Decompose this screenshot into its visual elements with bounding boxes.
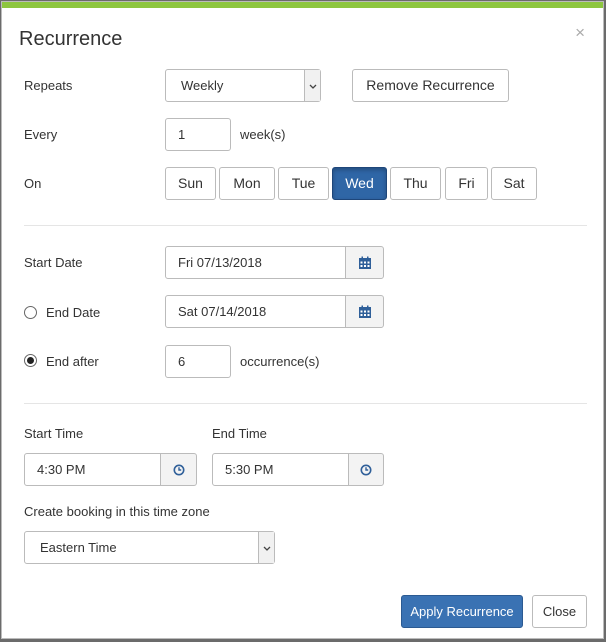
on-label: On — [24, 176, 42, 191]
end-date-input[interactable]: Sat 07/14/2018 — [165, 295, 346, 328]
end-after-label: End after — [46, 354, 99, 369]
divider — [24, 225, 587, 226]
close-button[interactable]: Close — [532, 595, 587, 628]
clock-icon[interactable] — [160, 453, 197, 486]
timezone-select[interactable]: Eastern Time — [24, 531, 275, 564]
chevron-down-icon — [258, 532, 274, 563]
repeats-select[interactable]: Weekly — [165, 69, 321, 102]
every-input[interactable]: 1 — [165, 118, 231, 151]
clock-icon[interactable] — [348, 453, 384, 486]
chevron-down-icon — [304, 70, 320, 101]
timezone-label: Create booking in this time zone — [24, 504, 210, 519]
remove-recurrence-button[interactable]: Remove Recurrence — [352, 69, 509, 102]
start-date-input[interactable]: Fri 07/13/2018 — [165, 246, 346, 279]
start-time-input[interactable]: 4:30 PM — [24, 453, 161, 486]
divider — [24, 403, 587, 404]
close-icon[interactable]: × — [575, 24, 585, 41]
end-time-input[interactable]: 5:30 PM — [212, 453, 349, 486]
day-button-sat[interactable]: Sat — [491, 167, 537, 200]
recurrence-dialog: Recurrence × Repeats Weekly Remove Recur… — [1, 1, 604, 639]
start-date-label: Start Date — [24, 255, 83, 270]
day-button-sun[interactable]: Sun — [165, 167, 216, 200]
day-button-fri[interactable]: Fri — [445, 167, 488, 200]
day-button-tue[interactable]: Tue — [278, 167, 329, 200]
end-after-unit: occurrence(s) — [240, 354, 320, 369]
accent-bar — [2, 2, 603, 8]
day-button-thu[interactable]: Thu — [390, 167, 441, 200]
end-time-label: End Time — [212, 426, 267, 441]
end-after-input[interactable]: 6 — [165, 345, 231, 378]
day-button-mon[interactable]: Mon — [219, 167, 275, 200]
timezone-value: Eastern Time — [40, 540, 117, 555]
end-after-radio[interactable] — [24, 354, 37, 367]
repeats-value: Weekly — [181, 78, 224, 93]
apply-recurrence-button[interactable]: Apply Recurrence — [401, 595, 523, 628]
dialog-title: Recurrence — [19, 28, 123, 50]
calendar-icon[interactable] — [345, 295, 384, 328]
end-date-radio[interactable] — [24, 306, 37, 319]
start-time-label: Start Time — [24, 426, 84, 441]
calendar-icon[interactable] — [345, 246, 384, 279]
every-unit: week(s) — [240, 127, 286, 142]
end-date-label: End Date — [46, 305, 101, 320]
every-label: Every — [24, 127, 58, 142]
repeats-label: Repeats — [24, 78, 73, 93]
day-button-wed[interactable]: Wed — [332, 167, 387, 200]
